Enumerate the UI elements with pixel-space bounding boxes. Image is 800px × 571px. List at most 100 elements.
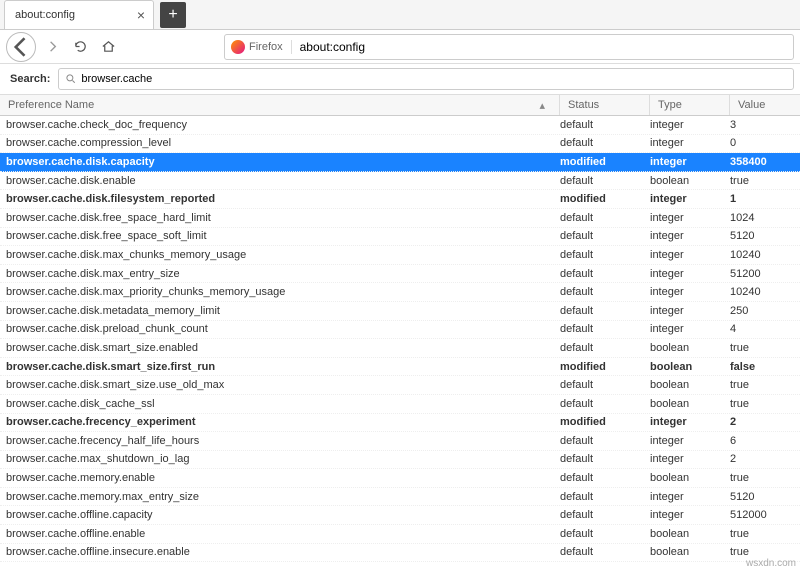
pref-value: true — [730, 546, 800, 558]
pref-row[interactable]: browser.cache.disk_cache_ssldefaultboole… — [0, 395, 800, 414]
pref-status: default — [560, 472, 650, 484]
pref-status: default — [560, 268, 650, 280]
tab-bar: about:config × + — [0, 0, 800, 30]
pref-row[interactable]: browser.cache.disk.max_chunks_memory_usa… — [0, 246, 800, 265]
pref-status: default — [560, 546, 650, 558]
identity-box[interactable]: Firefox — [231, 40, 292, 54]
col-value[interactable]: Value — [730, 95, 800, 115]
pref-name: browser.cache.disk.smart_size.first_run — [0, 361, 560, 373]
pref-value: 0 — [730, 137, 800, 149]
col-pref-name[interactable]: Preference Name ▴ — [0, 95, 560, 115]
pref-name: browser.cache.memory.enable — [0, 472, 560, 484]
search-input[interactable] — [81, 73, 787, 85]
pref-row[interactable]: browser.cache.disk.metadata_memory_limit… — [0, 302, 800, 321]
pref-row[interactable]: browser.cache.disk.capacitymodifiedinteg… — [0, 153, 800, 172]
pref-type: integer — [650, 509, 730, 521]
pref-status: default — [560, 305, 650, 317]
pref-type: integer — [650, 323, 730, 335]
pref-type: integer — [650, 137, 730, 149]
pref-name: browser.cache.offline.capacity — [0, 509, 560, 521]
pref-row[interactable]: browser.cache.disk.smart_size.use_old_ma… — [0, 376, 800, 395]
pref-name: browser.cache.disk.smart_size.use_old_ma… — [0, 379, 560, 391]
search-field[interactable] — [58, 68, 794, 90]
pref-type: integer — [650, 119, 730, 131]
pref-list: browser.cache.check_doc_frequencydefault… — [0, 116, 800, 562]
pref-value: 6 — [730, 435, 800, 447]
pref-name: browser.cache.memory.max_entry_size — [0, 491, 560, 503]
pref-row[interactable]: browser.cache.frecency_experimentmodifie… — [0, 414, 800, 433]
pref-status: default — [560, 323, 650, 335]
firefox-icon — [231, 40, 245, 54]
pref-value: 51200 — [730, 268, 800, 280]
pref-type: boolean — [650, 528, 730, 540]
nav-toolbar: Firefox — [0, 30, 800, 64]
pref-name: browser.cache.disk.free_space_soft_limit — [0, 230, 560, 242]
sort-asc-icon: ▴ — [539, 99, 545, 112]
pref-row[interactable]: browser.cache.disk.free_space_hard_limit… — [0, 209, 800, 228]
pref-name: browser.cache.offline.insecure.enable — [0, 546, 560, 558]
pref-row[interactable]: browser.cache.memory.enabledefaultboolea… — [0, 469, 800, 488]
pref-value: 2 — [730, 416, 800, 428]
pref-type: integer — [650, 305, 730, 317]
pref-value: 10240 — [730, 249, 800, 261]
back-button[interactable] — [6, 32, 36, 62]
pref-value: true — [730, 379, 800, 391]
pref-status: default — [560, 491, 650, 503]
pref-row[interactable]: browser.cache.check_doc_frequencydefault… — [0, 116, 800, 135]
pref-row[interactable]: browser.cache.disk.enabledefaultbooleant… — [0, 172, 800, 191]
pref-row[interactable]: browser.cache.disk.smart_size.enableddef… — [0, 339, 800, 358]
pref-name: browser.cache.frecency_half_life_hours — [0, 435, 560, 447]
pref-row[interactable]: browser.cache.disk.preload_chunk_countde… — [0, 321, 800, 340]
reload-button[interactable] — [68, 35, 92, 59]
close-icon[interactable]: × — [137, 7, 145, 23]
active-tab[interactable]: about:config × — [4, 0, 154, 29]
pref-value: 250 — [730, 305, 800, 317]
pref-name: browser.cache.disk_cache_ssl — [0, 398, 560, 410]
pref-name: browser.cache.disk.free_space_hard_limit — [0, 212, 560, 224]
pref-name: browser.cache.compression_level — [0, 137, 560, 149]
pref-search-bar: Search: — [0, 64, 800, 94]
pref-name: browser.cache.disk.max_chunks_memory_usa… — [0, 249, 560, 261]
pref-status: modified — [560, 361, 650, 373]
forward-button[interactable] — [40, 35, 64, 59]
pref-status: default — [560, 453, 650, 465]
pref-row[interactable]: browser.cache.disk.max_priority_chunks_m… — [0, 283, 800, 302]
tab-title: about:config — [15, 9, 137, 21]
pref-type: integer — [650, 491, 730, 503]
pref-row[interactable]: browser.cache.max_shutdown_io_lagdefault… — [0, 451, 800, 470]
col-status[interactable]: Status — [560, 95, 650, 115]
pref-name: browser.cache.disk.enable — [0, 175, 560, 187]
pref-row[interactable]: browser.cache.compression_leveldefaultin… — [0, 135, 800, 154]
pref-value: 5120 — [730, 230, 800, 242]
pref-type: integer — [650, 156, 730, 168]
pref-status: default — [560, 342, 650, 354]
pref-row[interactable]: browser.cache.disk.smart_size.first_runm… — [0, 358, 800, 377]
pref-row[interactable]: browser.cache.offline.insecure.enabledef… — [0, 544, 800, 563]
column-headers: Preference Name ▴ Status Type Value — [0, 94, 800, 116]
pref-row[interactable]: browser.cache.offline.capacitydefaultint… — [0, 506, 800, 525]
pref-name: browser.cache.offline.enable — [0, 528, 560, 540]
pref-name: browser.cache.frecency_experiment — [0, 416, 560, 428]
pref-row[interactable]: browser.cache.offline.enabledefaultboole… — [0, 525, 800, 544]
pref-value: false — [730, 361, 800, 373]
pref-value: true — [730, 398, 800, 410]
pref-name: browser.cache.disk.preload_chunk_count — [0, 323, 560, 335]
search-icon — [65, 73, 77, 85]
url-input[interactable] — [300, 40, 787, 54]
pref-status: default — [560, 175, 650, 187]
pref-row[interactable]: browser.cache.frecency_half_life_hoursde… — [0, 432, 800, 451]
new-tab-button[interactable]: + — [160, 2, 186, 28]
pref-row[interactable]: browser.cache.disk.max_entry_sizedefault… — [0, 265, 800, 284]
address-bar[interactable]: Firefox — [224, 34, 794, 60]
pref-row[interactable]: browser.cache.disk.free_space_soft_limit… — [0, 228, 800, 247]
pref-type: integer — [650, 249, 730, 261]
pref-row[interactable]: browser.cache.memory.max_entry_sizedefau… — [0, 488, 800, 507]
arrow-left-icon — [7, 33, 35, 61]
pref-row[interactable]: browser.cache.disk.filesystem_reportedmo… — [0, 190, 800, 209]
home-button[interactable] — [96, 35, 120, 59]
pref-type: boolean — [650, 175, 730, 187]
pref-name: browser.cache.disk.smart_size.enabled — [0, 342, 560, 354]
pref-status: default — [560, 528, 650, 540]
pref-type: integer — [650, 416, 730, 428]
col-type[interactable]: Type — [650, 95, 730, 115]
